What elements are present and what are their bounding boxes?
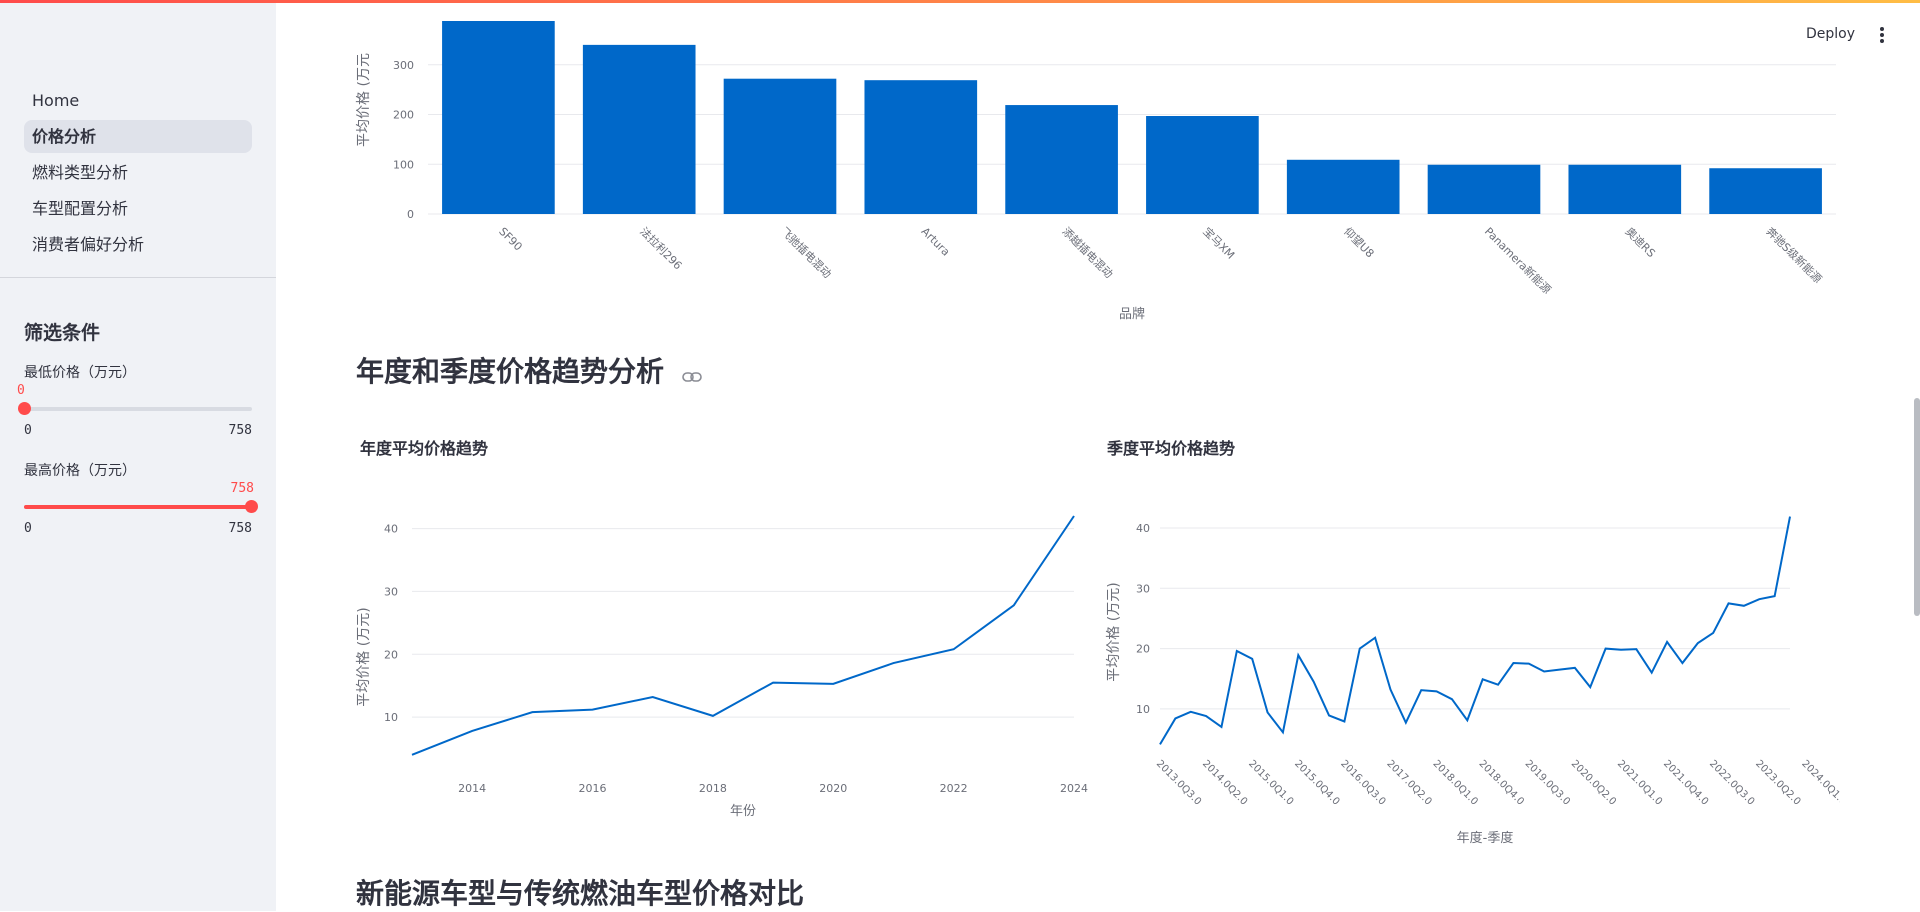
y-tick-label: 40: [384, 523, 398, 536]
section-title-trend: 年度和季度价格趋势分析: [356, 355, 664, 388]
x-tick-label: SF90: [496, 225, 525, 254]
y-tick-label: 10: [1136, 703, 1150, 716]
x-tick-label: 2021.0Q1.0: [1615, 758, 1664, 807]
bar: [442, 21, 555, 214]
bar: [1428, 165, 1541, 214]
y-axis-title: 平均价格 (万元): [1106, 582, 1122, 681]
bar: [1287, 160, 1400, 214]
top-decoration-bar: [0, 0, 1920, 3]
max-price-label: 最高价格（万元）: [24, 460, 252, 480]
x-tick-label: 2018.0Q4.0: [1477, 758, 1526, 807]
x-tick-label: 法拉利296: [637, 224, 685, 272]
y-axis-title: 平均价格 (万元): [356, 607, 372, 706]
x-tick-label: 2017.0Q2.0: [1384, 758, 1433, 807]
x-tick-label: 2023.0Q2.0: [1753, 758, 1802, 807]
sidebar-item-home[interactable]: Home: [24, 84, 252, 117]
filters-title: 筛选条件: [24, 318, 100, 345]
x-tick-label: 2019.0Q3.0: [1523, 758, 1572, 807]
annual-price-line-chart: 10 20 30 40 2014 2016 2018 2020 2022 2024 年份 平均价格 (…: [350, 470, 1090, 830]
bar: [1709, 168, 1822, 214]
series-line: [1160, 517, 1790, 745]
max-price-thumb[interactable]: [245, 500, 258, 513]
min-price-thumb[interactable]: [18, 402, 31, 415]
x-tick-label: 奥迪RS: [1623, 224, 1659, 260]
y-tick-label: 40: [1136, 522, 1150, 535]
min-price-slider: 最低价格（万元） 0 0 758: [24, 362, 252, 432]
x-tick-label: 2020: [819, 782, 847, 795]
max-price-value: 758: [231, 481, 254, 496]
sidebar-item-fuel-type-analysis[interactable]: 燃料类型分析: [24, 156, 252, 189]
max-price-slider: 最高价格（万元） 758 0 758: [24, 460, 252, 530]
x-tick-label: Panamera新能源: [1482, 224, 1554, 296]
annual-chart-title: 年度平均价格趋势: [360, 435, 488, 459]
quarterly-price-line-chart: 102030402013.0Q3.02014.0Q2.02015.0Q1.020…: [1100, 470, 1840, 850]
x-tick-label: 2016: [579, 782, 607, 795]
bar: [1146, 116, 1259, 214]
min-price-label: 最低价格（万元）: [24, 362, 252, 382]
section-title-compare: 新能源车型与传统燃油车型价格对比: [356, 872, 804, 912]
x-tick-label: 仰望U8: [1341, 224, 1377, 260]
x-tick-label: 2022.0Q3.0: [1707, 758, 1756, 807]
brand-price-bar-chart: 0 100 200 300 SF90 法拉利296 飞驰插电混动 Artura 添越插电混动 宝马…: [276, 0, 1856, 330]
x-tick-label: 2014.0Q2.0: [1200, 758, 1249, 807]
x-tick-label: 2022: [940, 782, 968, 795]
min-price-value: 0: [17, 383, 25, 398]
y-tick-label: 300: [393, 59, 414, 72]
y-axis-title: 平均价格 (万元: [356, 53, 372, 147]
bar: [1005, 105, 1118, 214]
page-scrollbar[interactable]: [1914, 398, 1920, 616]
x-tick-label: 2021.0Q4.0: [1661, 758, 1710, 807]
y-tick-label: 10: [384, 711, 398, 724]
x-tick-label: 宝马XM: [1200, 224, 1237, 261]
series-line: [412, 516, 1074, 755]
max-price-track-fill: [24, 505, 252, 509]
y-tick-label: 20: [384, 648, 398, 661]
max-price-range-max: 758: [229, 521, 252, 536]
x-axis-title: 年份: [730, 804, 756, 819]
x-tick-label: 2018: [699, 782, 727, 795]
link-icon[interactable]: [682, 357, 702, 390]
x-tick-label: 2015.0Q4.0: [1292, 758, 1341, 807]
x-axis-title: 年度-季度: [1457, 830, 1514, 846]
x-tick-label: 2018.0Q1.0: [1430, 758, 1479, 807]
sidebar-item-consumer-preference[interactable]: 消费者偏好分析: [24, 228, 252, 261]
x-tick-label: 2013.0Q3.0: [1154, 758, 1203, 807]
x-tick-label: Artura: [919, 225, 953, 259]
sidebar-item-price-analysis[interactable]: 价格分析: [24, 120, 252, 153]
y-tick-label: 0: [407, 208, 414, 221]
quarterly-chart-title: 季度平均价格趋势: [1107, 435, 1235, 459]
bar: [724, 79, 837, 214]
min-price-track[interactable]: [24, 407, 252, 411]
max-price-track[interactable]: [24, 505, 252, 509]
y-tick-label: 30: [384, 585, 398, 598]
y-tick-label: 30: [1136, 582, 1150, 595]
x-tick-label: 2014: [458, 782, 486, 795]
x-tick-label: 飞驰插电混动: [778, 224, 835, 281]
sidebar: Home 价格分析 燃料类型分析 车型配置分析 消费者偏好分析 筛选条件 最低价…: [0, 0, 276, 911]
bar: [864, 80, 977, 214]
x-tick-label: 奔驰S级新能源: [1763, 224, 1825, 286]
x-tick-label: 2020.0Q2.0: [1569, 758, 1618, 807]
bar: [583, 45, 696, 214]
y-tick-label: 20: [1136, 643, 1150, 656]
x-tick-label: 2016.0Q3.0: [1338, 758, 1387, 807]
main-menu-icon[interactable]: [1876, 26, 1888, 46]
section-heading-trend: 年度和季度价格趋势分析: [356, 350, 702, 390]
sidebar-divider: [0, 277, 276, 278]
bar: [1568, 165, 1681, 214]
x-tick-label: 2024: [1060, 782, 1088, 795]
sidebar-item-config-analysis[interactable]: 车型配置分析: [24, 192, 252, 225]
sidebar-nav: Home 价格分析 燃料类型分析 车型配置分析 消费者偏好分析: [24, 84, 252, 264]
x-tick-label: 2015.0Q1.0: [1246, 758, 1295, 807]
x-tick-label: 2024.0Q1.0: [1799, 758, 1840, 807]
min-price-range-min: 0: [24, 423, 32, 438]
y-tick-label: 200: [393, 109, 414, 122]
x-axis-title: 品牌: [1119, 306, 1145, 322]
min-price-range-max: 758: [229, 423, 252, 438]
x-tick-label: 添越插电混动: [1059, 224, 1116, 281]
max-price-range-min: 0: [24, 521, 32, 536]
y-tick-label: 100: [393, 158, 414, 171]
